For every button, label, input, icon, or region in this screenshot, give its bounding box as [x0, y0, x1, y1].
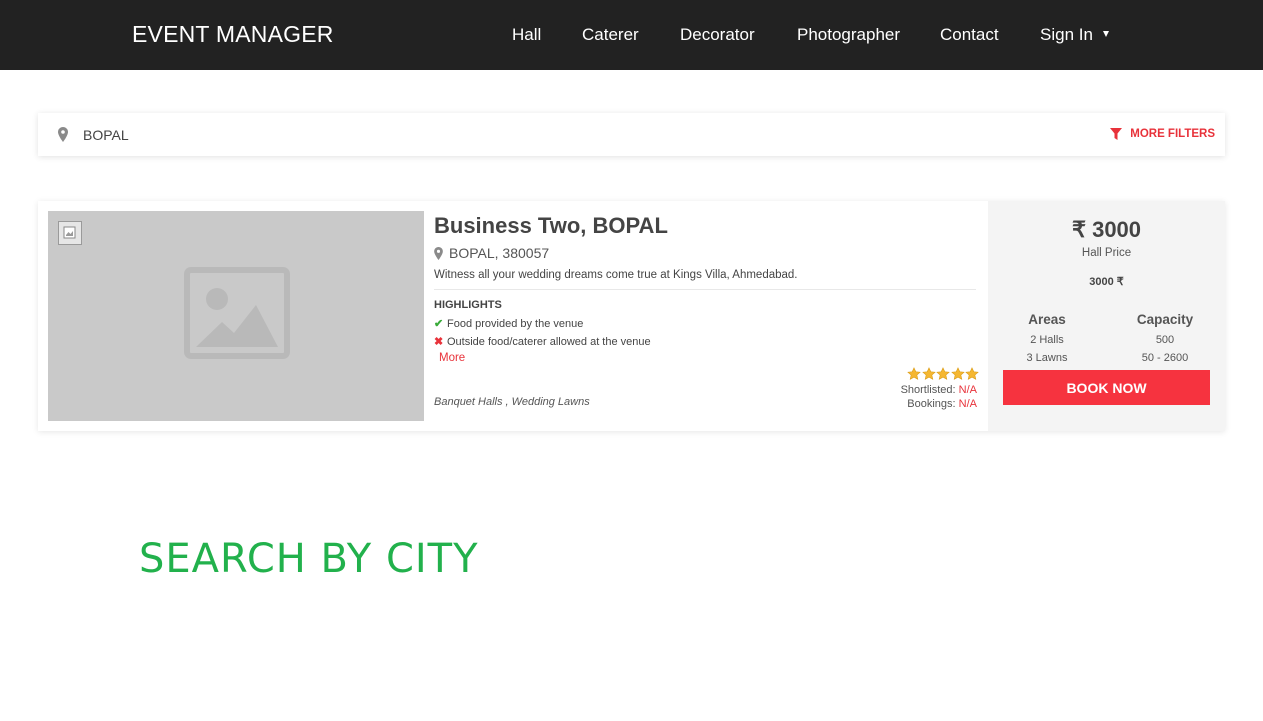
location-search-bar[interactable]: BOPAL MORE FILTERS: [38, 113, 1225, 156]
area-value: 2 Halls: [1030, 334, 1064, 346]
bookings-label: Bookings:: [907, 398, 956, 410]
venue-card: Business Two, BOPAL BOPAL, 380057 Witnes…: [38, 201, 1225, 431]
shortlisted-label: Shortlisted:: [900, 384, 956, 396]
section-title: SEARCH BY CITY: [139, 536, 479, 582]
broken-image-icon: [58, 221, 82, 245]
cross-icon: ✖: [434, 336, 444, 348]
brand-logo[interactable]: EVENT MANAGER: [132, 21, 334, 48]
more-filters-button[interactable]: MORE FILTERS: [1110, 128, 1215, 140]
funnel-icon: [1110, 128, 1123, 140]
location-value[interactable]: BOPAL: [83, 127, 129, 143]
check-icon: ✔: [434, 318, 444, 330]
capacity-column: Capacity 500 50 - 2600: [1106, 312, 1224, 367]
nav-item-signin[interactable]: Sign In: [1040, 25, 1109, 45]
venue-location: BOPAL, 380057: [434, 245, 549, 261]
venue-categories: Banquet Halls , Wedding Lawns: [434, 396, 590, 408]
bookings-stat: Bookings: N/A: [907, 398, 977, 410]
area-value: 3 Lawns: [1026, 352, 1068, 364]
nav-item-contact[interactable]: Contact: [940, 25, 999, 45]
hall-price: ₹ 3000: [1071, 217, 1142, 242]
areas-header: Areas: [1028, 312, 1066, 327]
highlight-item: ✖ Outside food/caterer allowed at the ve…: [434, 335, 651, 349]
highlight-text: Food provided by the venue: [447, 317, 584, 330]
bookings-value: N/A: [958, 398, 977, 410]
nav-item-hall[interactable]: Hall: [512, 25, 541, 45]
image-placeholder-icon: [184, 267, 290, 359]
venue-image[interactable]: [48, 211, 424, 421]
highlights-heading: HIGHLIGHTS: [434, 299, 502, 311]
shortlisted-value: N/A: [958, 384, 977, 396]
map-marker-icon: [58, 127, 68, 142]
more-highlights-link[interactable]: More: [439, 352, 465, 364]
price-secondary: 3000 ₹: [1089, 276, 1124, 288]
capacity-value: 50 - 2600: [1141, 352, 1189, 364]
navbar: EVENT MANAGER Hall Caterer Decorator Pho…: [0, 0, 1263, 70]
nav-item-photographer[interactable]: Photographer: [797, 25, 900, 45]
venue-description: Witness all your wedding dreams come tru…: [434, 269, 798, 281]
areas-column: Areas 2 Halls 3 Lawns: [988, 312, 1106, 367]
star-icon: [965, 367, 979, 380]
highlight-text: Outside food/caterer allowed at the venu…: [447, 335, 651, 348]
rating-stars: [907, 367, 980, 381]
star-icon: [907, 367, 921, 380]
venue-title[interactable]: Business Two, BOPAL: [434, 213, 668, 239]
highlight-item: ✔ Food provided by the venue: [434, 317, 584, 331]
signin-label: Sign In: [1040, 25, 1093, 44]
divider: [434, 289, 976, 290]
caret-down-icon: [1102, 31, 1109, 37]
shortlisted-stat: Shortlisted: N/A: [901, 384, 977, 396]
star-icon: [950, 367, 965, 380]
capacity-value: 500: [1155, 334, 1175, 346]
price-panel: ₹ 3000 Hall Price 3000 ₹ Areas 2 Halls 3…: [988, 201, 1225, 431]
hall-price-label: Hall Price: [1081, 247, 1132, 259]
capacity-header: Capacity: [1136, 312, 1194, 327]
nav-item-decorator[interactable]: Decorator: [680, 25, 755, 45]
book-now-button[interactable]: BOOK NOW: [1003, 370, 1210, 405]
venue-location-text: BOPAL, 380057: [449, 245, 550, 261]
map-marker-icon: [434, 246, 443, 260]
more-filters-label: MORE FILTERS: [1130, 128, 1215, 140]
star-icon: [921, 367, 936, 380]
star-icon: [936, 367, 950, 380]
nav-item-caterer[interactable]: Caterer: [582, 25, 639, 45]
